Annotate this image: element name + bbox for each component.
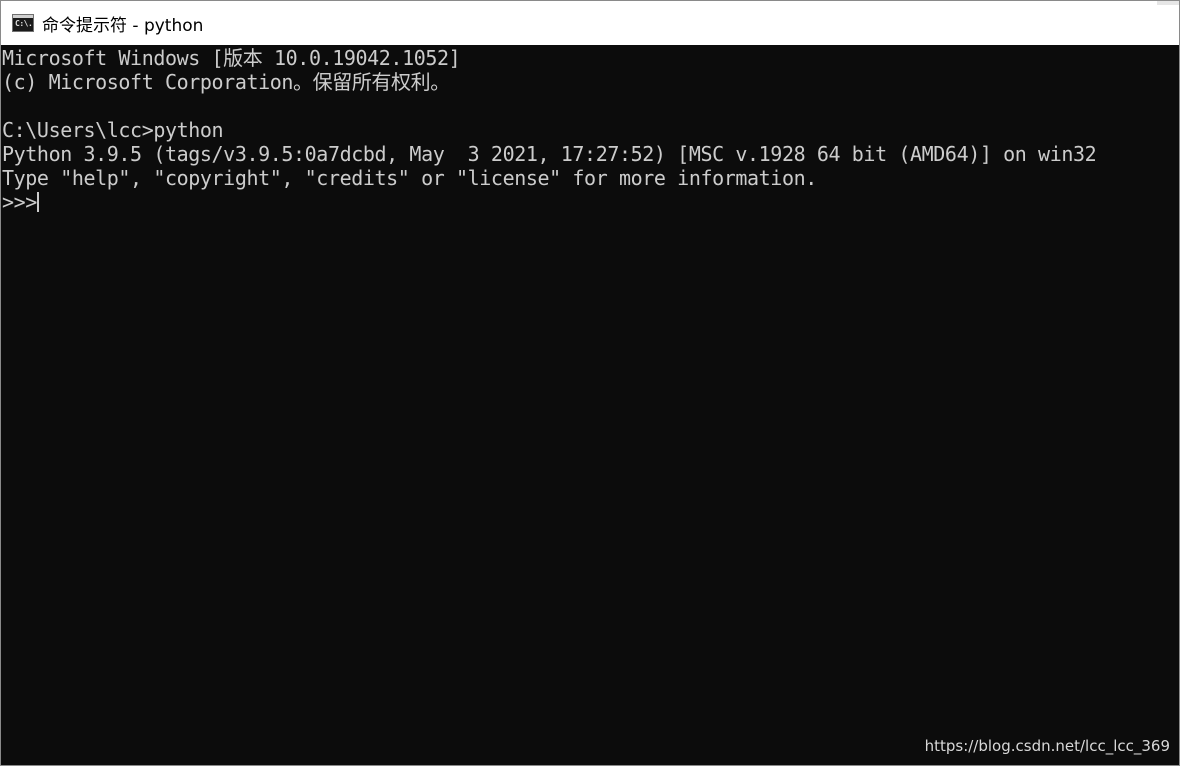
text-cursor (36, 192, 39, 212)
window-title: 命令提示符 - python (42, 15, 204, 36)
scrollbar-stub[interactable] (1157, 1, 1179, 5)
cmd-icon-glyph: C:\. (15, 19, 33, 28)
cmd-icon[interactable]: C:\. (12, 14, 34, 32)
cmd-window: C:\. 命令提示符 - python Microsoft Windows [版… (0, 0, 1180, 766)
console-output[interactable]: Microsoft Windows [版本 10.0.19042.1052] (… (1, 45, 1179, 765)
python-prompt-row[interactable]: >>> (2, 190, 1179, 214)
console-line-command: C:\Users\lcc>python (2, 118, 224, 142)
title-bar[interactable]: C:\. 命令提示符 - python (1, 1, 1179, 45)
watermark-url: https://blog.csdn.net/lcc_lcc_369 (924, 737, 1170, 755)
console-line-copyright: (c) Microsoft Corporation。保留所有权利。 (2, 70, 450, 94)
python-prompt: >>> (2, 190, 37, 214)
console-line-help-hint: Type "help", "copyright", "credits" or "… (2, 166, 817, 190)
console-line-version: Microsoft Windows [版本 10.0.19042.1052] (2, 46, 461, 70)
console-line-python-version: Python 3.9.5 (tags/v3.9.5:0a7dcbd, May 3… (2, 142, 1097, 166)
